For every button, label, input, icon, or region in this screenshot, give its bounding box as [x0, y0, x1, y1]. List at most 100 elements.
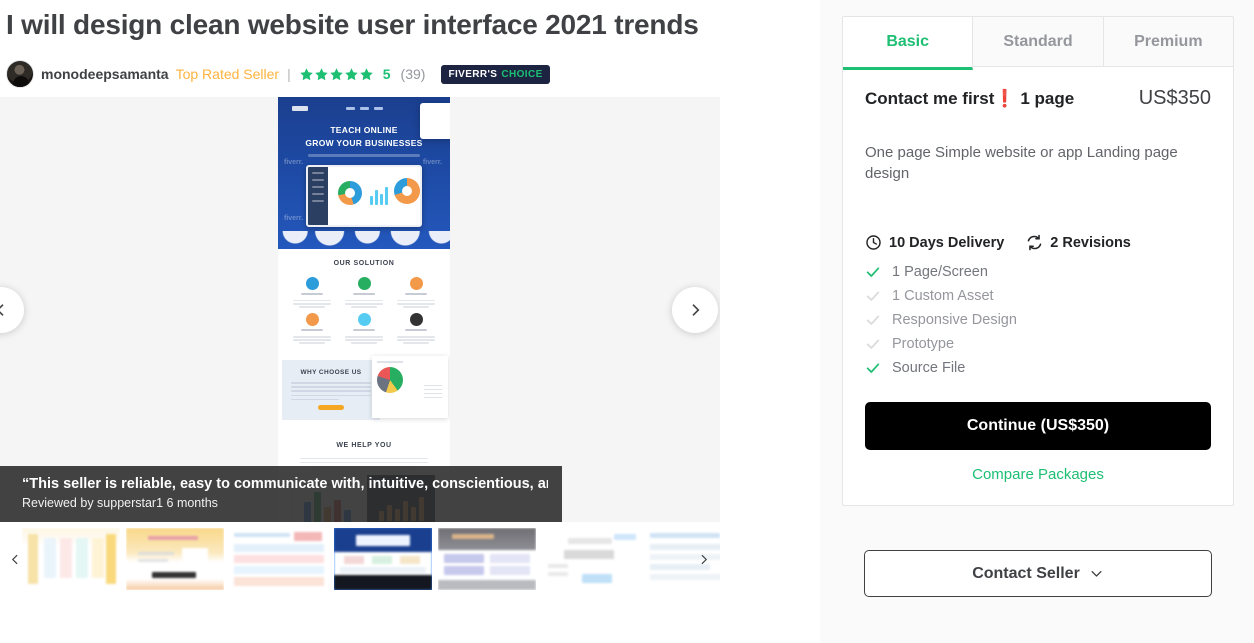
gig-gallery: TEACH ONLINE GROW YOUR BUSINESSES fiverr… [0, 97, 720, 523]
continue-button[interactable]: Continue (US$350) [865, 402, 1211, 450]
revisions-count: 2 Revisions [1026, 234, 1131, 251]
gallery-thumbnail[interactable] [438, 528, 536, 591]
mock-card-header [377, 361, 403, 364]
gallery-thumbnail[interactable] [126, 528, 224, 591]
mock-analytics-card [372, 356, 448, 419]
mock-feature-cell [340, 277, 388, 309]
mock-why-panel: WHY CHOOSE US [282, 360, 380, 421]
package-card: Basic Standard Premium Contact me first❗… [842, 16, 1234, 506]
package-sidebar: Basic Standard Premium Contact me first❗… [820, 0, 1254, 643]
gig-page: I will design clean website user interfa… [0, 0, 1254, 643]
rating-stars [299, 67, 374, 82]
package-meta: 10 Days Delivery 2 Revisions [865, 234, 1211, 251]
mock-text-lines [293, 298, 331, 309]
thumbnails-prev-button[interactable] [2, 546, 28, 572]
mock-feature-cell [288, 277, 336, 309]
gallery-thumbnail[interactable] [542, 528, 640, 591]
package-tabs: Basic Standard Premium [843, 17, 1233, 70]
feature-label: 1 Page/Screen [892, 264, 988, 280]
gallery-thumbnail-strip [0, 528, 720, 591]
mock-donut-chart [394, 178, 420, 205]
review-quote: “This seller is reliable, easy to commun… [22, 476, 548, 493]
rating-value: 5 [382, 66, 391, 83]
gallery-next-button[interactable] [672, 286, 718, 333]
mock-feature-icon [357, 277, 371, 291]
mock-wave-divider [278, 231, 450, 250]
tab-standard[interactable]: Standard [973, 17, 1104, 66]
package-header: Contact me first❗ 1 page US$350 [865, 87, 1211, 110]
check-icon [866, 363, 880, 373]
package-price: US$350 [1138, 87, 1211, 109]
mock-donut-chart [338, 181, 362, 206]
revisions-label: 2 Revisions [1050, 234, 1131, 251]
badge-text-secondary: CHOICE [501, 68, 543, 80]
seller-username[interactable]: monodeepsamanta [41, 66, 169, 82]
mock-logo [292, 105, 308, 111]
refresh-icon [1027, 234, 1042, 251]
mock-hero-line1: TEACH ONLINE [330, 125, 398, 136]
mock-feature-icon [305, 313, 319, 327]
feature-row: Prototype [865, 332, 1211, 356]
mock-feature-caption [301, 293, 323, 296]
tab-premium[interactable]: Premium [1103, 17, 1233, 66]
feature-label: Prototype [892, 336, 955, 352]
chevron-left-icon [0, 303, 4, 316]
feature-label: 1 Custom Asset [892, 288, 994, 304]
check-icon [866, 267, 880, 277]
compare-packages-link[interactable]: Compare Packages [865, 466, 1211, 483]
feature-row: Source File [865, 356, 1211, 380]
mock-section-title: WE HELP YOU [336, 442, 392, 450]
mock-feature-icon [305, 277, 319, 291]
mock-feature-cell [288, 313, 336, 345]
gallery-thumbnail[interactable] [230, 528, 328, 591]
mock-hero-subtext [308, 154, 420, 158]
mock-feature-icon [409, 313, 423, 327]
seller-level-badge: Top Rated Seller [175, 66, 280, 83]
divider: | [287, 66, 291, 83]
contact-seller-card: Contact Seller [842, 528, 1234, 619]
gallery-thumbnail-selected[interactable] [334, 528, 432, 591]
mock-feature-caption [353, 329, 375, 332]
badge-text-primary: FIVERR'S [448, 68, 498, 80]
thumbnails-next-button[interactable] [690, 546, 716, 572]
chevron-left-icon [11, 554, 18, 564]
mock-text-lines [345, 334, 383, 345]
chevron-right-icon [692, 303, 700, 316]
mock-floating-card [420, 103, 450, 140]
package-body: Contact me first❗ 1 page US$350 One page… [843, 67, 1233, 505]
mock-hero-section: TEACH ONLINE GROW YOUR BUSINESSES fiverr… [278, 97, 450, 250]
exclamation-emoji-icon: ❗ [994, 89, 1016, 108]
clock-icon [866, 235, 881, 250]
mock-why-section: WHY CHOOSE US [278, 354, 450, 433]
mock-legend [424, 382, 442, 400]
chevron-down-icon [1091, 571, 1102, 577]
mock-sidebar [308, 167, 328, 226]
gallery-review-overlay: “This seller is reliable, easy to commun… [0, 466, 562, 523]
mock-feature-caption [405, 293, 427, 296]
mock-feature-cell [392, 277, 440, 309]
mock-nav-links [345, 106, 383, 110]
mock-feature-icon [409, 277, 423, 291]
mock-text-lines [345, 298, 383, 309]
check-icon [866, 339, 880, 349]
mock-feature-grid [278, 267, 450, 345]
seller-info-row: monodeepsamanta Top Rated Seller | 5 (39… [0, 43, 820, 91]
tab-basic[interactable]: Basic [843, 17, 974, 70]
feature-label: Source File [892, 360, 966, 376]
feature-row: 1 Custom Asset [865, 284, 1211, 308]
mock-bar-chart [370, 185, 388, 206]
gallery-prev-button[interactable] [0, 286, 24, 333]
gallery-thumbnail[interactable] [22, 528, 120, 591]
avatar[interactable] [6, 60, 34, 89]
mock-button [318, 405, 344, 411]
mock-solution-section: OUR SOLUTION [278, 249, 450, 355]
mock-feature-icon [357, 313, 371, 327]
watermark: fiverr. [284, 159, 304, 167]
feature-row: Responsive Design [865, 308, 1211, 332]
mock-section-title: WHY CHOOSE US [300, 369, 362, 377]
mock-feature-cell [392, 313, 440, 345]
mock-section-title: OUR SOLUTION [333, 260, 395, 268]
gallery-slide-image[interactable]: TEACH ONLINE GROW YOUR BUSINESSES fiverr… [278, 97, 450, 523]
star-icon [360, 67, 373, 80]
contact-seller-button[interactable]: Contact Seller [864, 550, 1212, 597]
